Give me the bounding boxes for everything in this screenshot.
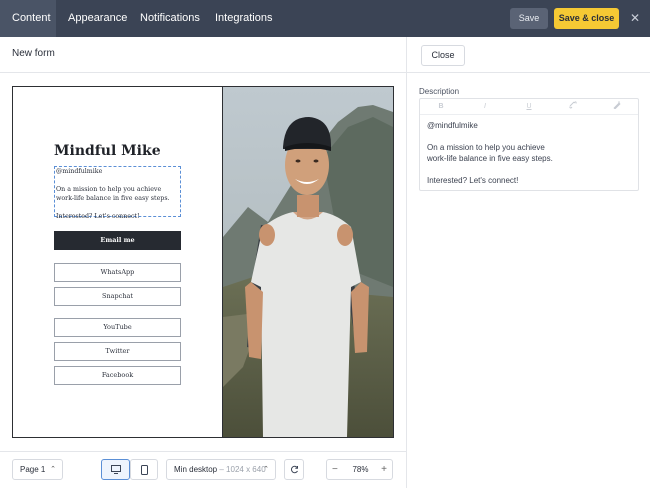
mobile-icon	[131, 460, 157, 479]
link-button-snapchat[interactable]: Snapchat	[54, 287, 181, 306]
screen-size-value: – 1024 x 640	[219, 465, 266, 474]
form-preview-canvas: Mindful Mike @mindfulmike On a mission t…	[12, 86, 394, 438]
page-select-label: Page 1	[20, 465, 46, 474]
link-button-twitter[interactable]: Twitter	[54, 342, 181, 361]
bold-button[interactable]: B	[434, 101, 448, 113]
rotate-button[interactable]	[284, 459, 304, 480]
description-line	[427, 131, 632, 142]
save-button[interactable]: Save	[510, 8, 548, 29]
link-button-whatsapp[interactable]: WhatsApp	[54, 263, 181, 282]
description-text[interactable]: @mindfulmike On a mission to help you ac…	[427, 120, 632, 186]
rotate-icon	[285, 460, 303, 479]
description-line: work-life balance in five easy steps.	[427, 154, 553, 163]
page-select[interactable]: Page 1 ⌃	[12, 459, 63, 480]
chevron-up-icon: ⌃	[263, 466, 269, 473]
tab-notifications[interactable]: Notifications	[128, 0, 212, 37]
chevron-up-icon: ⌃	[50, 466, 56, 473]
close-panel-button[interactable]: Close	[421, 45, 465, 66]
top-bar: Content Appearance Notifications Integra…	[0, 0, 650, 37]
clear-format-icon[interactable]	[610, 101, 624, 113]
italic-button[interactable]: I	[478, 101, 492, 113]
underline-button[interactable]: U	[522, 101, 536, 113]
divider	[0, 451, 406, 452]
profile-name[interactable]: Mindful Mike	[54, 143, 161, 159]
mobile-view-button[interactable]	[130, 459, 158, 480]
divider	[407, 72, 650, 73]
description-label: Description	[419, 87, 460, 96]
form-name[interactable]: New form	[12, 48, 55, 59]
screen-size-label: Min desktop	[174, 465, 218, 474]
desktop-view-button[interactable]	[101, 459, 130, 480]
desktop-icon	[102, 460, 129, 479]
preview-content-area: Mindful Mike @mindfulmike On a mission t…	[13, 87, 222, 437]
divider	[0, 72, 406, 73]
profile-photo-illustration	[223, 87, 393, 437]
settings-panel: Close Description B I U @mindfulmike On …	[406, 37, 650, 488]
save-and-close-button[interactable]: Save & close	[554, 8, 619, 29]
description-line: Interested? Let's connect!	[427, 176, 519, 185]
link-button-facebook[interactable]: Facebook	[54, 366, 181, 385]
screen-size-select[interactable]: Min desktop – 1024 x 640 ⌃	[166, 459, 276, 480]
zoom-in-button[interactable]: +	[381, 460, 387, 479]
description-line: work-life balance in five easy steps.	[56, 195, 170, 202]
description-line: Interested? Let's connect!	[56, 213, 140, 220]
profile-photo[interactable]	[223, 87, 393, 437]
link-icon[interactable]	[566, 101, 580, 113]
description-line	[427, 164, 632, 175]
tab-integrations[interactable]: Integrations	[203, 0, 284, 37]
description-line: @mindfulmike	[56, 168, 103, 175]
email-me-button[interactable]: Email me	[54, 231, 181, 250]
description-line: On a mission to help you achieve	[56, 186, 162, 193]
description-editor[interactable]: B I U @mindfulmike On a mission to help …	[419, 98, 639, 191]
description-line: @mindfulmike	[427, 121, 478, 130]
rich-text-toolbar: B I U	[420, 99, 638, 115]
description-line	[56, 176, 179, 185]
tab-appearance[interactable]: Appearance	[56, 0, 139, 37]
close-icon[interactable]: ✕	[628, 10, 642, 26]
tab-content[interactable]: Content	[0, 0, 56, 37]
description-line	[56, 203, 179, 212]
profile-description[interactable]: @mindfulmike On a mission to help you ac…	[54, 166, 181, 220]
description-line: On a mission to help you achieve	[427, 143, 545, 152]
zoom-control: − 78% +	[326, 459, 393, 480]
link-button-youtube[interactable]: YouTube	[54, 318, 181, 337]
